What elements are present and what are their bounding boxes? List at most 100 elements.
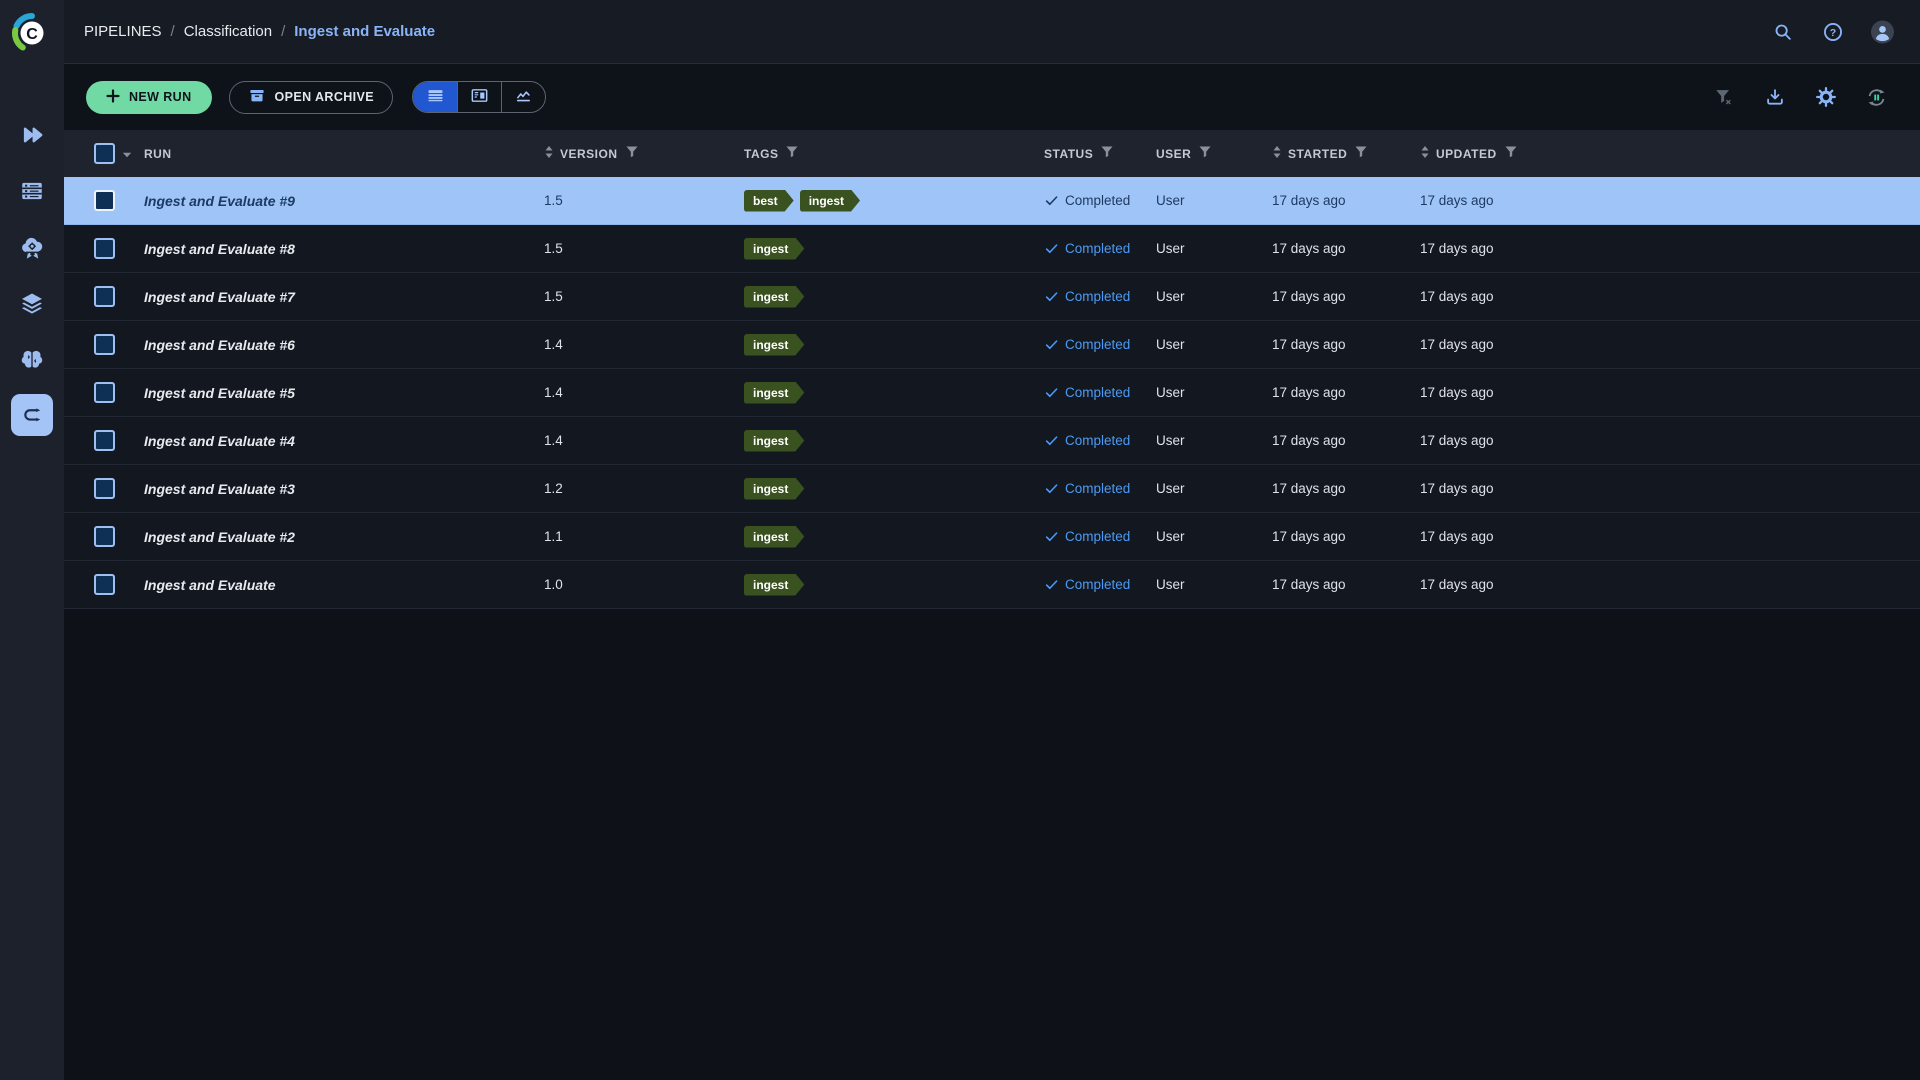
run-version: 1.2 — [536, 481, 736, 496]
run-name-link[interactable]: Ingest and Evaluate #6 — [144, 337, 295, 353]
table-row[interactable]: Ingest and Evaluate #91.5bestingestCompl… — [64, 177, 1920, 225]
run-name-cell: Ingest and Evaluate #8 — [136, 241, 536, 257]
sidebar-item-datasets[interactable] — [11, 282, 53, 324]
tag-badge: best — [744, 190, 794, 212]
filter-funnel-icon[interactable] — [1505, 146, 1517, 161]
run-status-label: Completed — [1065, 433, 1130, 448]
column-header-updated[interactable]: UPDATED — [1412, 130, 1920, 177]
workers-queues-icon — [19, 178, 45, 204]
table-row[interactable]: Ingest and Evaluate #61.4ingestCompleted… — [64, 321, 1920, 369]
sort-icon[interactable] — [1272, 145, 1282, 162]
row-checkbox[interactable] — [94, 574, 115, 595]
tag-badge: ingest — [744, 286, 804, 308]
breadcrumb-separator: / — [281, 23, 285, 40]
table-row[interactable]: Ingest and Evaluate #51.4ingestCompleted… — [64, 369, 1920, 417]
download-icon[interactable] — [1763, 86, 1786, 109]
completed-check-icon — [1044, 337, 1059, 352]
run-name-cell: Ingest and Evaluate #5 — [136, 385, 536, 401]
run-user: User — [1148, 481, 1264, 496]
search-icon[interactable] — [1771, 20, 1794, 43]
run-updated: 17 days ago — [1412, 289, 1920, 304]
row-checkbox[interactable] — [94, 526, 115, 547]
row-checkbox[interactable] — [94, 334, 115, 355]
run-name-link[interactable]: Ingest and Evaluate — [144, 577, 275, 593]
run-name-cell: Ingest and Evaluate #3 — [136, 481, 536, 497]
metrics-view-button[interactable] — [501, 82, 545, 112]
run-status: Completed — [1036, 577, 1148, 592]
tag-badge: ingest — [744, 430, 804, 452]
run-status-label: Completed — [1065, 337, 1130, 352]
filter-funnel-icon[interactable] — [1199, 146, 1211, 161]
row-checkbox[interactable] — [94, 286, 115, 307]
run-name-link[interactable]: Ingest and Evaluate #7 — [144, 289, 295, 305]
row-checkbox[interactable] — [94, 382, 115, 403]
table-view-button[interactable] — [413, 82, 457, 112]
completed-check-icon — [1044, 529, 1059, 544]
column-header-version[interactable]: VERSION — [536, 130, 736, 177]
run-status: Completed — [1036, 481, 1148, 496]
breadcrumb-section[interactable]: PIPELINES — [84, 23, 162, 40]
sidebar-item-models[interactable] — [11, 338, 53, 380]
row-checkbox[interactable] — [94, 238, 115, 259]
sidebar-item-data-processing[interactable] — [11, 226, 53, 268]
filter-funnel-icon[interactable] — [626, 146, 638, 161]
help-icon[interactable]: ? — [1821, 20, 1844, 43]
run-updated: 17 days ago — [1412, 337, 1920, 352]
table-row[interactable]: Ingest and Evaluate #21.1ingestCompleted… — [64, 513, 1920, 561]
row-checkbox[interactable] — [94, 478, 115, 499]
column-header-tags[interactable]: TAGS — [736, 130, 1036, 177]
settings-gear-icon[interactable] — [1814, 86, 1837, 109]
metrics-chart-icon — [513, 85, 534, 109]
table-row[interactable]: Ingest and Evaluate #41.4ingestCompleted… — [64, 417, 1920, 465]
user-avatar[interactable] — [1871, 20, 1894, 43]
clear-filters-icon[interactable] — [1712, 86, 1735, 109]
run-name-link[interactable]: Ingest and Evaluate #9 — [144, 193, 295, 209]
run-started: 17 days ago — [1264, 433, 1412, 448]
sort-icon[interactable] — [1420, 145, 1430, 162]
new-run-button[interactable]: NEW RUN — [86, 81, 212, 114]
column-label-status: STATUS — [1044, 147, 1093, 161]
sidebar-item-projects[interactable] — [11, 114, 53, 156]
table-row[interactable]: Ingest and Evaluate1.0ingestCompletedUse… — [64, 561, 1920, 609]
select-menu-caret-icon[interactable] — [122, 147, 132, 161]
row-checkbox[interactable] — [94, 430, 115, 451]
column-header-user[interactable]: USER — [1148, 130, 1264, 177]
tag-badge: ingest — [744, 526, 804, 548]
filter-funnel-icon[interactable] — [786, 146, 798, 161]
tag-badge: ingest — [744, 478, 804, 500]
clearml-logo[interactable]: C — [11, 12, 53, 59]
open-archive-button[interactable]: OPEN ARCHIVE — [229, 81, 394, 114]
filter-funnel-icon[interactable] — [1101, 146, 1113, 161]
select-all-checkbox[interactable] — [94, 143, 115, 164]
archive-icon — [248, 87, 266, 108]
run-started: 17 days ago — [1264, 481, 1412, 496]
breadcrumb-project[interactable]: Classification — [184, 23, 272, 40]
auto-refresh-icon[interactable] — [1865, 86, 1888, 109]
breadcrumb-current-page: Ingest and Evaluate — [294, 23, 435, 40]
run-name-link[interactable]: Ingest and Evaluate #5 — [144, 385, 295, 401]
svg-text:C: C — [26, 26, 38, 43]
run-name-link[interactable]: Ingest and Evaluate #4 — [144, 433, 295, 449]
run-name-link[interactable]: Ingest and Evaluate #3 — [144, 481, 295, 497]
run-started: 17 days ago — [1264, 385, 1412, 400]
completed-check-icon — [1044, 193, 1059, 208]
column-header-status[interactable]: STATUS — [1036, 130, 1148, 177]
filter-funnel-icon[interactable] — [1355, 146, 1367, 161]
table-row[interactable]: Ingest and Evaluate #81.5ingestCompleted… — [64, 225, 1920, 273]
sidebar-item-pipelines[interactable] — [11, 394, 53, 436]
row-select-cell — [64, 430, 136, 451]
table-row[interactable]: Ingest and Evaluate #3 1.2 ingest Completed… — [64, 465, 1920, 513]
tag-badge: ingest — [744, 334, 804, 356]
table-row[interactable]: Ingest and Evaluate #71.5ingestCompleted… — [64, 273, 1920, 321]
completed-check-icon — [1044, 385, 1059, 400]
run-name-link[interactable]: Ingest and Evaluate #8 — [144, 241, 295, 257]
column-label-updated: UPDATED — [1436, 147, 1497, 161]
sort-icon[interactable] — [544, 145, 554, 162]
sidebar-item-workers-queues[interactable] — [11, 170, 53, 212]
breadcrumb-separator: / — [171, 23, 175, 40]
run-version: 1.5 — [536, 289, 736, 304]
column-header-started[interactable]: STARTED — [1264, 130, 1412, 177]
detail-view-button[interactable] — [457, 82, 501, 112]
row-checkbox[interactable] — [94, 190, 115, 211]
run-name-link[interactable]: Ingest and Evaluate #2 — [144, 529, 295, 545]
